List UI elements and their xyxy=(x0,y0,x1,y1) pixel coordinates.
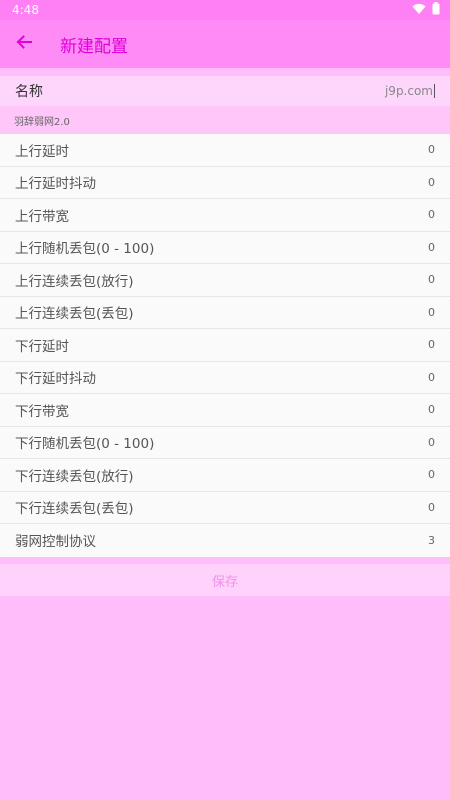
arrow-left-icon xyxy=(15,33,33,55)
list-item[interactable]: 下行延时抖动 0 xyxy=(0,362,450,394)
row-label: 下行延时抖动 xyxy=(15,371,96,388)
row-label: 上行延时抖动 xyxy=(15,176,96,193)
row-label: 上行带宽 xyxy=(15,208,69,225)
save-button[interactable]: 保存 xyxy=(0,564,450,596)
row-value: 0 xyxy=(428,338,435,352)
row-label: 上行连续丢包(放行) xyxy=(15,273,134,290)
list-item[interactable]: 上行延时 0 xyxy=(0,134,450,167)
app-bar: 新建配置 xyxy=(0,20,450,68)
battery-icon xyxy=(432,2,440,18)
row-value: 0 xyxy=(428,370,435,384)
list-item[interactable]: 下行随机丢包(0 - 100) 0 xyxy=(0,427,450,459)
list-item[interactable]: 上行随机丢包(0 - 100) 0 xyxy=(0,232,450,264)
list-item[interactable]: 上行延时抖动 0 xyxy=(0,167,450,199)
list-item[interactable]: 上行连续丢包(放行) 0 xyxy=(0,264,450,297)
row-value: 0 xyxy=(428,175,435,189)
row-value: 0 xyxy=(428,468,435,482)
row-label: 弱网控制协议 xyxy=(15,534,96,551)
list-item[interactable]: 下行连续丢包(丢包) 0 xyxy=(0,492,450,524)
status-bar: 4:48 xyxy=(0,0,450,20)
list-item[interactable]: 下行延时 0 xyxy=(0,329,450,362)
back-button[interactable] xyxy=(12,32,36,56)
row-value: 0 xyxy=(428,403,435,417)
row-value: 0 xyxy=(428,305,435,319)
row-value: 0 xyxy=(428,208,435,222)
row-label: 下行延时 xyxy=(15,338,69,355)
row-label: 上行延时 xyxy=(15,143,69,160)
name-value-wrap xyxy=(283,84,435,98)
row-label: 下行连续丢包(丢包) xyxy=(15,501,134,518)
row-label: 下行连续丢包(放行) xyxy=(15,468,134,485)
status-icons xyxy=(412,2,440,18)
row-value: 0 xyxy=(428,240,435,254)
row-label: 上行随机丢包(0 - 100) xyxy=(15,241,155,258)
wifi-icon xyxy=(412,3,426,18)
row-value: 0 xyxy=(428,435,435,449)
status-time: 4:48 xyxy=(12,3,39,17)
row-label: 下行随机丢包(0 - 100) xyxy=(15,436,155,453)
text-caret xyxy=(434,84,435,98)
row-value: 0 xyxy=(428,500,435,514)
list-item[interactable]: 下行连续丢包(放行) 0 xyxy=(0,459,450,492)
list-item[interactable]: 上行连续丢包(丢包) 0 xyxy=(0,297,450,329)
name-row: 名称 xyxy=(0,76,450,106)
name-input[interactable] xyxy=(283,84,433,98)
name-label: 名称 xyxy=(15,84,43,100)
list-item[interactable]: 下行带宽 0 xyxy=(0,394,450,427)
row-value: 0 xyxy=(428,143,435,157)
row-value: 3 xyxy=(428,533,435,547)
list-item[interactable]: 上行带宽 0 xyxy=(0,199,450,232)
param-list: 上行延时 0 上行延时抖动 0 上行带宽 0 上行随机丢包(0 - 100) 0 上行连续丢包(… xyxy=(0,134,450,557)
config-form: 名称 羽辞弱网2.0 上行延时0上行延时抖动0上行带宽0上行随机丢包(0 - 1… xyxy=(0,76,450,557)
section-header: 羽辞弱网2.0 xyxy=(0,106,450,134)
row-value: 0 xyxy=(428,273,435,287)
page-title: 新建配置 xyxy=(60,36,128,57)
row-label: 下行带宽 xyxy=(15,403,69,420)
row-label: 上行连续丢包(丢包) xyxy=(15,306,134,323)
list-item[interactable]: 弱网控制协议 3 xyxy=(0,524,450,557)
